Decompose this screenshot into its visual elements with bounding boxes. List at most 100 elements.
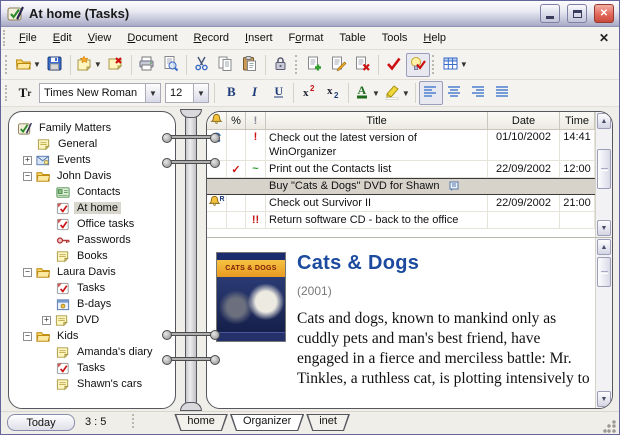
- sidebar-item-family-matters[interactable]: Family Matters: [13, 120, 173, 136]
- sidebar-item-tasks[interactable]: Tasks: [13, 360, 173, 376]
- toolbar-grip[interactable]: [294, 55, 300, 74]
- copy-button[interactable]: [214, 53, 238, 77]
- chevron-down-icon[interactable]: ▼: [372, 89, 380, 98]
- align-left-button[interactable]: [418, 81, 443, 105]
- align-right-button[interactable]: [467, 81, 491, 105]
- collapse-minus-icon[interactable]: −: [23, 171, 32, 181]
- scroll-up-icon[interactable]: ▲: [597, 113, 611, 129]
- detail-scrollbar[interactable]: ▲ ▼: [595, 238, 612, 408]
- sidebar-item-books[interactable]: Books: [13, 248, 173, 264]
- subscript-button[interactable]: x2: [321, 81, 345, 105]
- scroll-down-icon[interactable]: ▼: [597, 391, 611, 407]
- time-column-header[interactable]: Time: [560, 112, 595, 130]
- sidebar-item-events[interactable]: + Events: [13, 152, 173, 168]
- sidebar-item-passwords[interactable]: Passwords: [13, 232, 173, 248]
- collapse-minus-icon[interactable]: −: [23, 331, 32, 341]
- delete-note-button[interactable]: [104, 53, 128, 77]
- task-row[interactable]: ✓ ~ Print out the Contacts list 22/09/2002 1…: [207, 161, 595, 178]
- delete-record-button[interactable]: [351, 53, 375, 77]
- sidebar-item-general[interactable]: General: [13, 136, 173, 152]
- mark-completed-button[interactable]: [382, 53, 406, 77]
- chevron-down-icon[interactable]: ▼: [94, 60, 102, 69]
- today-button[interactable]: Today: [7, 414, 75, 431]
- menu-edit[interactable]: Edit: [45, 29, 80, 47]
- bold-button[interactable]: B: [218, 81, 242, 105]
- maximize-button[interactable]: [567, 4, 587, 23]
- chevron-down-icon[interactable]: ▼: [402, 89, 410, 98]
- cut-button[interactable]: [190, 53, 214, 77]
- print-preview-button[interactable]: [159, 53, 183, 77]
- sidebar-item-b-days[interactable]: B-days: [13, 296, 173, 312]
- table-scrollbar[interactable]: ▲ ▼: [595, 112, 612, 237]
- menu-record[interactable]: Record: [186, 29, 237, 47]
- align-justify-button[interactable]: [491, 81, 515, 105]
- menu-document[interactable]: Document: [119, 29, 185, 47]
- font-family-select[interactable]: Times New Roman ▼: [39, 83, 161, 103]
- toolbar-grip[interactable]: [431, 55, 437, 74]
- expand-plus-icon[interactable]: +: [23, 155, 32, 165]
- tab-home[interactable]: home: [174, 414, 228, 431]
- resize-grip[interactable]: [603, 420, 616, 433]
- menu-view[interactable]: View: [80, 29, 120, 47]
- sidebar-item-tasks[interactable]: Tasks: [13, 280, 173, 296]
- font-size-select[interactable]: 12 ▼: [165, 83, 209, 103]
- font-color-button[interactable]: A ▼: [352, 81, 382, 105]
- open-folder-button[interactable]: ▼: [13, 53, 43, 77]
- menu-file[interactable]: File: [11, 29, 45, 47]
- italic-button[interactable]: I: [242, 81, 266, 105]
- sidebar-item-dvd[interactable]: + DVD: [13, 312, 173, 328]
- close-button[interactable]: ✕: [594, 4, 614, 23]
- menu-help[interactable]: Help: [415, 29, 454, 47]
- superscript-button[interactable]: x2: [297, 81, 321, 105]
- close-document-icon[interactable]: ✕: [595, 31, 613, 45]
- table-view-button[interactable]: ▼: [440, 53, 470, 77]
- chevron-down-icon[interactable]: ▼: [460, 60, 468, 69]
- tabs-grip[interactable]: [132, 414, 137, 428]
- scrollbar-thumb[interactable]: [597, 257, 611, 287]
- alarm-column-header[interactable]: [207, 112, 227, 130]
- tab-inet[interactable]: inet: [306, 414, 350, 431]
- print-button[interactable]: [135, 53, 159, 77]
- collapse-minus-icon[interactable]: −: [23, 267, 32, 277]
- task-row[interactable]: !! Return software CD - back to the offic…: [207, 212, 595, 229]
- add-record-button[interactable]: [303, 53, 327, 77]
- scrollbar-thumb[interactable]: [597, 149, 611, 189]
- chevron-down-icon[interactable]: ▼: [33, 60, 41, 69]
- date-column-header[interactable]: Date: [488, 112, 560, 130]
- sidebar-item-contacts[interactable]: Contacts: [13, 184, 173, 200]
- sidebar-item-john-davis[interactable]: − John Davis: [13, 168, 173, 184]
- sidebar-item-office-tasks[interactable]: Office tasks: [13, 216, 173, 232]
- sidebar-item-at-home[interactable]: At home: [13, 200, 173, 216]
- sidebar-item-kids[interactable]: − Kids: [13, 328, 173, 344]
- menu-format[interactable]: Format: [281, 29, 332, 47]
- highlight-button[interactable]: ▼: [382, 81, 412, 105]
- sidebar-item-laura-davis[interactable]: − Laura Davis: [13, 264, 173, 280]
- tab-organizer[interactable]: Organizer: [230, 414, 304, 431]
- scroll-down-icon[interactable]: ▼: [597, 220, 611, 236]
- paste-button[interactable]: [238, 53, 262, 77]
- percent-column-header[interactable]: %: [227, 112, 246, 130]
- menu-table[interactable]: Table: [331, 29, 373, 47]
- align-center-button[interactable]: [443, 81, 467, 105]
- task-row[interactable]: R Check out Survivor II 22/09/2002 21:00: [207, 195, 595, 212]
- task-row[interactable]: ! Check out the latest version of WinOrga…: [207, 130, 595, 161]
- priority-column-header[interactable]: !: [246, 112, 266, 130]
- minimize-button[interactable]: [540, 4, 560, 23]
- format-toolbar-grip[interactable]: [5, 84, 10, 102]
- show-completed-button[interactable]: [405, 52, 430, 77]
- new-note-button[interactable]: ▼: [74, 53, 104, 77]
- sidebar-item-amanda-s-diary[interactable]: Amanda's diary: [13, 344, 173, 360]
- menu-tools[interactable]: Tools: [374, 29, 416, 47]
- save-button[interactable]: [43, 53, 67, 77]
- underline-button[interactable]: U: [266, 81, 290, 105]
- title-column-header[interactable]: Title: [266, 112, 488, 130]
- scroll-up-icon[interactable]: ▲: [597, 239, 611, 255]
- menubar-grip[interactable]: [3, 30, 8, 46]
- toolbar-grip[interactable]: [5, 55, 10, 74]
- sidebar-item-shawn-s-cars[interactable]: Shawn's cars: [13, 376, 173, 392]
- chevron-down-icon[interactable]: ▼: [145, 84, 160, 102]
- lock-button[interactable]: [269, 53, 293, 77]
- menu-insert[interactable]: Insert: [237, 29, 281, 47]
- task-row[interactable]: Buy "Cats & Dogs" DVD for Shawn: [207, 178, 595, 195]
- expand-plus-icon[interactable]: +: [42, 315, 51, 325]
